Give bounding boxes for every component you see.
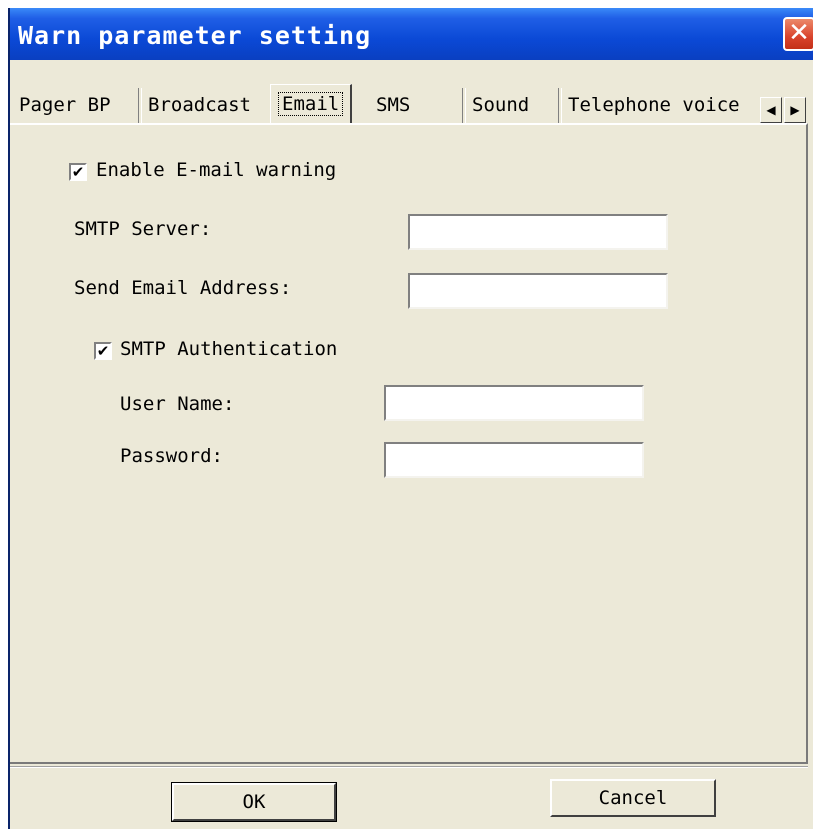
tab-label: Pager BP <box>19 94 111 116</box>
tab-scroll-right-button[interactable]: ▶ <box>784 97 806 123</box>
tab-label: Broadcast <box>148 94 251 116</box>
enable-email-warning-label: Enable E-mail warning <box>96 159 337 181</box>
smtp-server-input[interactable] <box>408 214 668 250</box>
cancel-button[interactable]: Cancel <box>550 779 716 817</box>
tab-sound[interactable]: Sound <box>465 88 536 122</box>
tab-email[interactable]: Email <box>270 84 353 124</box>
tab-scroll-arrows: ◀ ▶ <box>760 97 810 123</box>
tab-label: Telephone voice <box>568 94 740 116</box>
send-email-address-label: Send Email Address: <box>74 277 292 299</box>
user-name-label: User Name: <box>120 393 235 415</box>
footer-divider <box>10 766 808 768</box>
tab-broadcast[interactable]: Broadcast <box>141 88 258 122</box>
tab-label: Email <box>278 92 344 116</box>
tab-label: Sound <box>472 94 530 116</box>
ok-button[interactable]: OK <box>171 782 337 822</box>
checkmark-icon: ✔ <box>96 342 110 360</box>
tab-telephone-voice[interactable]: Telephone voice <box>561 88 747 122</box>
tab-label: SMS <box>376 94 411 116</box>
enable-email-warning-checkbox[interactable]: ✔ <box>69 163 87 181</box>
tab-scroll-left-button[interactable]: ◀ <box>760 97 782 123</box>
tab-sms[interactable]: SMS <box>369 88 417 122</box>
email-tab-panel: ✔ Enable E-mail warning SMTP Server: Sen… <box>10 123 808 764</box>
window-title: Warn parameter setting <box>18 21 372 50</box>
send-email-address-input[interactable] <box>408 273 668 309</box>
arrow-right-icon: ▶ <box>790 103 800 117</box>
tab-pager-bp[interactable]: Pager BP <box>12 88 118 122</box>
close-button[interactable]: ✕ <box>783 17 813 51</box>
arrow-left-icon: ◀ <box>766 103 776 117</box>
password-label: Password: <box>120 445 223 467</box>
password-input[interactable] <box>384 442 644 478</box>
smtp-server-label: SMTP Server: <box>74 218 212 240</box>
smtp-authentication-label: SMTP Authentication <box>120 338 338 360</box>
title-bar[interactable]: Warn parameter setting ✕ <box>10 8 813 60</box>
close-icon: ✕ <box>788 18 810 48</box>
smtp-authentication-checkbox[interactable]: ✔ <box>94 342 112 360</box>
tab-strip: Pager BP Broadcast Email SMS Sound Telep… <box>10 68 813 128</box>
user-name-input[interactable] <box>384 385 644 421</box>
checkmark-icon: ✔ <box>71 163 85 181</box>
dialog-window: Warn parameter setting ✕ Pager BP Broadc… <box>8 8 813 829</box>
